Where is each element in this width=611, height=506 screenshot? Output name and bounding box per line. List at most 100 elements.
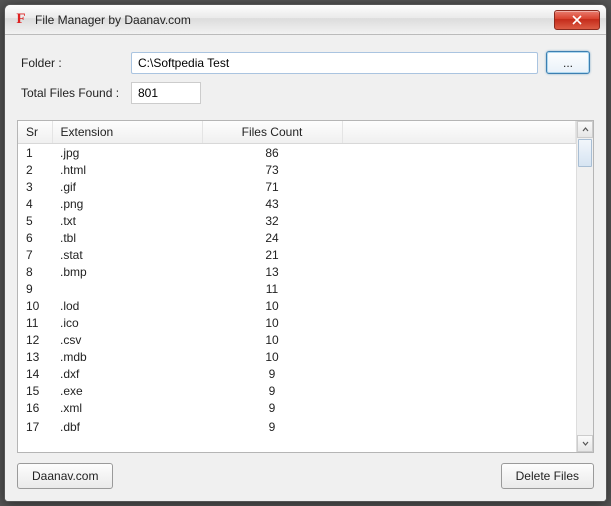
form-area: Folder : ... Total Files Found : (17, 45, 594, 120)
folder-row: Folder : ... (21, 51, 590, 74)
table-row[interactable]: 6.tbl24 (18, 229, 576, 246)
cell-spacer (342, 365, 576, 382)
table-row[interactable]: 16.xml9 (18, 399, 576, 416)
window-title: File Manager by Daanav.com (35, 13, 191, 27)
scroll-down-button[interactable] (577, 435, 593, 452)
cell-extension: .dxf (52, 365, 202, 382)
cell-sr: 11 (18, 314, 52, 331)
client-area: Folder : ... Total Files Found : Sr (5, 35, 606, 501)
close-icon (572, 15, 582, 25)
cell-spacer (342, 195, 576, 212)
cell-count: 10 (202, 348, 342, 365)
cell-sr: 1 (18, 144, 52, 162)
cell-count: 73 (202, 161, 342, 178)
header-sr[interactable]: Sr (18, 121, 52, 144)
cell-spacer (342, 178, 576, 195)
table-row[interactable]: 5.txt32 (18, 212, 576, 229)
vertical-scrollbar[interactable] (576, 121, 593, 452)
cell-extension: .jpg (52, 144, 202, 162)
cell-spacer (342, 382, 576, 399)
cell-sr: 2 (18, 161, 52, 178)
cell-sr: 5 (18, 212, 52, 229)
cell-count: 86 (202, 144, 342, 162)
cell-extension: .dbf (52, 416, 202, 437)
cell-sr: 13 (18, 348, 52, 365)
cell-count: 43 (202, 195, 342, 212)
cell-extension: .bmp (52, 263, 202, 280)
table-row[interactable]: 13.mdb10 (18, 348, 576, 365)
table-row[interactable]: 4.png43 (18, 195, 576, 212)
table-row[interactable]: 1.jpg86 (18, 144, 576, 162)
cell-sr: 17 (18, 416, 52, 437)
cell-count: 10 (202, 331, 342, 348)
app-window: F File Manager by Daanav.com Folder : ..… (4, 4, 607, 502)
chevron-up-icon (582, 126, 589, 133)
total-label: Total Files Found : (21, 86, 131, 100)
cell-count: 21 (202, 246, 342, 263)
cell-extension: .xml (52, 399, 202, 416)
scroll-up-button[interactable] (577, 121, 593, 138)
cell-extension: .lod (52, 297, 202, 314)
total-files-input[interactable] (131, 82, 201, 104)
cell-sr: 7 (18, 246, 52, 263)
cell-count: 10 (202, 297, 342, 314)
delete-files-button[interactable]: Delete Files (501, 463, 594, 489)
cell-spacer (342, 212, 576, 229)
cell-spacer (342, 229, 576, 246)
browse-button[interactable]: ... (546, 51, 590, 74)
table-row[interactable]: 11.ico10 (18, 314, 576, 331)
cell-spacer (342, 161, 576, 178)
cell-spacer (342, 246, 576, 263)
table-container: Sr Extension Files Count 1.jpg862.html73… (17, 120, 594, 453)
folder-label: Folder : (21, 56, 131, 70)
table-row[interactable]: 14.dxf9 (18, 365, 576, 382)
cell-sr: 12 (18, 331, 52, 348)
cell-spacer (342, 297, 576, 314)
cell-sr: 14 (18, 365, 52, 382)
cell-sr: 6 (18, 229, 52, 246)
cell-sr: 4 (18, 195, 52, 212)
close-button[interactable] (554, 10, 600, 30)
cell-count: 9 (202, 416, 342, 437)
table-row[interactable]: 8.bmp13 (18, 263, 576, 280)
cell-count: 32 (202, 212, 342, 229)
cell-spacer (342, 144, 576, 162)
cell-extension: .mdb (52, 348, 202, 365)
table-row[interactable]: 17.dbf9 (18, 416, 576, 437)
cell-count: 11 (202, 280, 342, 297)
cell-spacer (342, 331, 576, 348)
footer-buttons: Daanav.com Delete Files (17, 453, 594, 489)
cell-sr: 9 (18, 280, 52, 297)
header-extension[interactable]: Extension (52, 121, 202, 144)
daanav-button[interactable]: Daanav.com (17, 463, 113, 489)
cell-sr: 16 (18, 399, 52, 416)
titlebar[interactable]: F File Manager by Daanav.com (5, 5, 606, 35)
table-header-row: Sr Extension Files Count (18, 121, 576, 144)
cell-extension: .html (52, 161, 202, 178)
table-row[interactable]: 9 11 (18, 280, 576, 297)
folder-input[interactable] (131, 52, 538, 74)
table-row[interactable]: 15.exe9 (18, 382, 576, 399)
cell-extension: .png (52, 195, 202, 212)
cell-sr: 8 (18, 263, 52, 280)
header-spacer[interactable] (342, 121, 576, 144)
cell-count: 24 (202, 229, 342, 246)
header-count[interactable]: Files Count (202, 121, 342, 144)
cell-extension: .gif (52, 178, 202, 195)
table-row[interactable]: 3.gif71 (18, 178, 576, 195)
files-table: Sr Extension Files Count 1.jpg862.html73… (18, 121, 576, 437)
table-row[interactable]: 7.stat21 (18, 246, 576, 263)
cell-spacer (342, 263, 576, 280)
table-row[interactable]: 2.html73 (18, 161, 576, 178)
table-scroll: Sr Extension Files Count 1.jpg862.html73… (18, 121, 576, 452)
cell-extension: .tbl (52, 229, 202, 246)
cell-spacer (342, 399, 576, 416)
cell-count: 9 (202, 399, 342, 416)
scroll-thumb[interactable] (578, 139, 592, 167)
cell-sr: 15 (18, 382, 52, 399)
table-row[interactable]: 12.csv10 (18, 331, 576, 348)
cell-spacer (342, 416, 576, 437)
table-row[interactable]: 10.lod10 (18, 297, 576, 314)
cell-extension (52, 280, 202, 297)
cell-count: 13 (202, 263, 342, 280)
